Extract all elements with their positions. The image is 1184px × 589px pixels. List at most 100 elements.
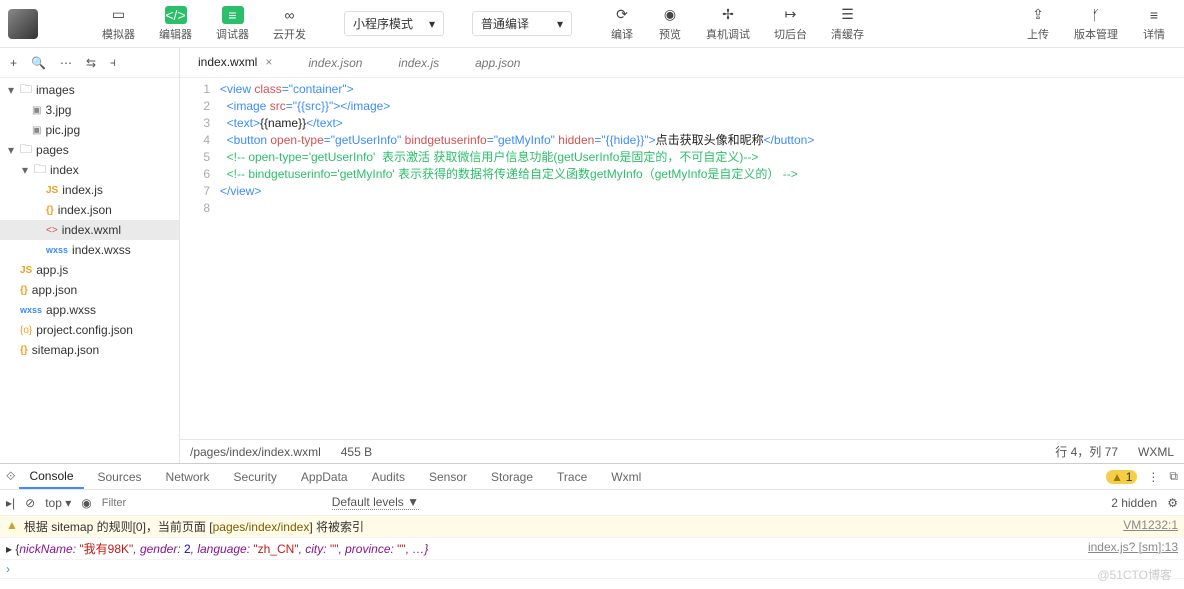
file-appwxss[interactable]: wxssapp.wxss bbox=[0, 300, 179, 320]
clear-console-icon[interactable]: ⊘ bbox=[25, 496, 35, 510]
gear-icon[interactable]: ⚙ bbox=[1167, 496, 1178, 510]
background-icon: ↦ bbox=[780, 6, 802, 24]
search-icon[interactable]: 🔍 bbox=[31, 56, 46, 70]
close-icon[interactable]: × bbox=[265, 55, 272, 69]
live-expr-icon[interactable]: ◉ bbox=[81, 496, 91, 510]
avatar[interactable] bbox=[8, 9, 38, 39]
source-link[interactable]: index.js? [sm]:13 bbox=[1088, 540, 1178, 554]
folder-index[interactable]: ▾🗀index bbox=[0, 160, 179, 180]
levels-select[interactable]: Default levels ▼ bbox=[332, 495, 419, 510]
tab-indexjson[interactable]: index.json bbox=[290, 48, 380, 77]
inspect-icon[interactable]: ⟐ bbox=[6, 469, 15, 484]
kebab-icon[interactable]: ⋮ bbox=[1147, 470, 1159, 484]
compile-icon: ⟳ bbox=[611, 6, 633, 24]
console-prompt[interactable]: › bbox=[0, 560, 1184, 579]
chevron-down-icon: ▾ bbox=[557, 17, 563, 31]
tab-sensor[interactable]: Sensor bbox=[419, 464, 477, 489]
mode-select[interactable]: 小程序模式▾ bbox=[344, 11, 444, 36]
editor-tabs: index.wxml× index.json index.js app.json bbox=[180, 48, 1184, 78]
context-select[interactable]: top ▾ bbox=[45, 496, 71, 510]
line-gutter: 12345678 bbox=[180, 78, 220, 439]
tab-trace[interactable]: Trace bbox=[547, 464, 597, 489]
folder-pages[interactable]: ▾🗀pages bbox=[0, 140, 179, 160]
status-cursor: 行 4，列 77 bbox=[1055, 443, 1118, 460]
upload-button[interactable]: ⇪上传 bbox=[1016, 4, 1060, 44]
image-icon: ▣ bbox=[32, 125, 41, 136]
file-appjs[interactable]: JSapp.js bbox=[0, 260, 179, 280]
compile-button[interactable]: ⟳编译 bbox=[600, 4, 644, 44]
filter-input[interactable] bbox=[102, 497, 322, 509]
simulator-button[interactable]: ▭模拟器 bbox=[92, 4, 145, 44]
json-icon: {} bbox=[20, 345, 28, 356]
new-file-icon[interactable]: + bbox=[10, 56, 17, 70]
editor-button[interactable]: </>编辑器 bbox=[149, 4, 202, 44]
folder-icon: 🗀 bbox=[34, 160, 46, 181]
remote-debug-button[interactable]: ✢真机调试 bbox=[696, 4, 760, 44]
code-icon: </> bbox=[165, 6, 187, 24]
tab-security[interactable]: Security bbox=[224, 464, 287, 489]
tab-indexjs[interactable]: index.js bbox=[380, 48, 457, 77]
clear-cache-button[interactable]: ☰清缓存 bbox=[821, 4, 874, 44]
tab-sources[interactable]: Sources bbox=[88, 464, 152, 489]
folder-icon: 🗀 bbox=[20, 140, 32, 161]
file-indexjson[interactable]: {}index.json bbox=[0, 200, 179, 220]
bug-icon: ≡ bbox=[222, 6, 244, 24]
file-sitemap[interactable]: {}sitemap.json bbox=[0, 340, 179, 360]
tab-indexwxml[interactable]: index.wxml× bbox=[180, 48, 290, 77]
status-size: 455 B bbox=[341, 445, 372, 459]
top-toolbar: ▭模拟器 </>编辑器 ≡调试器 ∞云开发 小程序模式▾ 普通编译▾ ⟳编译 ◉… bbox=[0, 0, 1184, 48]
collapse-icon[interactable]: ⇆ bbox=[86, 56, 96, 70]
editor-statusbar: /pages/index/index.wxml 455 B 行 4，列 77 W… bbox=[180, 439, 1184, 463]
console-output: ▲ 根据 sitemap 的规则[0]，当前页面 [pages/index/in… bbox=[0, 516, 1184, 589]
sidebar-toggle-icon[interactable]: ▸| bbox=[6, 496, 15, 510]
menu-icon: ≡ bbox=[1143, 6, 1165, 24]
upload-icon: ⇪ bbox=[1027, 6, 1049, 24]
file-projectconfig[interactable]: {o}project.config.json bbox=[0, 320, 179, 340]
details-button[interactable]: ≡详情 bbox=[1132, 4, 1176, 44]
console-log-line[interactable]: ▸ {nickName: "我有98K", gender: 2, languag… bbox=[0, 538, 1184, 560]
devtools-panel: ⟐ Console Sources Network Security AppDa… bbox=[0, 463, 1184, 589]
tab-appdata[interactable]: AppData bbox=[291, 464, 358, 489]
version-button[interactable]: ᚶ版本管理 bbox=[1064, 4, 1128, 44]
file-indexjs[interactable]: JSindex.js bbox=[0, 180, 179, 200]
file-3jpg[interactable]: ▣3.jpg bbox=[0, 100, 179, 120]
remote-icon: ✢ bbox=[717, 6, 739, 24]
dock-icon[interactable]: ⧉ bbox=[1169, 469, 1178, 484]
split-icon[interactable]: ⫞ bbox=[110, 55, 116, 70]
debugger-button[interactable]: ≡调试器 bbox=[206, 4, 259, 44]
tab-audits[interactable]: Audits bbox=[362, 464, 415, 489]
file-explorer: + 🔍 ⋯ ⇆ ⫞ ▾🗀images ▣3.jpg ▣pic.jpg ▾🗀pag… bbox=[0, 48, 180, 463]
hidden-count[interactable]: 2 hidden bbox=[1111, 496, 1157, 510]
code-area[interactable]: 12345678 <view class="container"> <image… bbox=[180, 78, 1184, 439]
file-indexwxss[interactable]: wxssindex.wxss bbox=[0, 240, 179, 260]
eye-icon: ◉ bbox=[659, 6, 681, 24]
wxss-icon: wxss bbox=[20, 305, 42, 315]
background-button[interactable]: ↦切后台 bbox=[764, 4, 817, 44]
stack-icon: ☰ bbox=[837, 6, 859, 24]
json-icon: {} bbox=[20, 285, 28, 296]
file-tree: ▾🗀images ▣3.jpg ▣pic.jpg ▾🗀pages ▾🗀index… bbox=[0, 78, 179, 463]
more-icon[interactable]: ⋯ bbox=[60, 56, 72, 70]
tab-console[interactable]: Console bbox=[19, 464, 83, 489]
source-link[interactable]: VM1232:1 bbox=[1123, 518, 1178, 532]
file-picjpg[interactable]: ▣pic.jpg bbox=[0, 120, 179, 140]
folder-icon: 🗀 bbox=[20, 80, 32, 101]
tab-storage[interactable]: Storage bbox=[481, 464, 543, 489]
wxml-icon: <> bbox=[46, 225, 58, 236]
tab-network[interactable]: Network bbox=[156, 464, 220, 489]
code-editor: index.wxml× index.json index.js app.json… bbox=[180, 48, 1184, 463]
folder-images[interactable]: ▾🗀images bbox=[0, 80, 179, 100]
compile-mode-select[interactable]: 普通编译▾ bbox=[472, 11, 572, 36]
warning-badge[interactable]: ▲ 1 bbox=[1106, 470, 1137, 484]
code-lines: <view class="container"> <image src="{{s… bbox=[220, 78, 1184, 439]
file-indexwxml[interactable]: <>index.wxml bbox=[0, 220, 179, 240]
cloud-button[interactable]: ∞云开发 bbox=[263, 4, 316, 44]
file-appjson[interactable]: {}app.json bbox=[0, 280, 179, 300]
tab-appjson[interactable]: app.json bbox=[457, 48, 538, 77]
chevron-down-icon: ▾ bbox=[429, 17, 435, 31]
console-warning-line[interactable]: ▲ 根据 sitemap 的规则[0]，当前页面 [pages/index/in… bbox=[0, 516, 1184, 538]
preview-button[interactable]: ◉预览 bbox=[648, 4, 692, 44]
tab-wxml[interactable]: Wxml bbox=[601, 464, 651, 489]
cloud-icon: ∞ bbox=[279, 6, 301, 24]
console-filterbar: ▸| ⊘ top ▾ ◉ Default levels ▼ 2 hidden ⚙ bbox=[0, 490, 1184, 516]
